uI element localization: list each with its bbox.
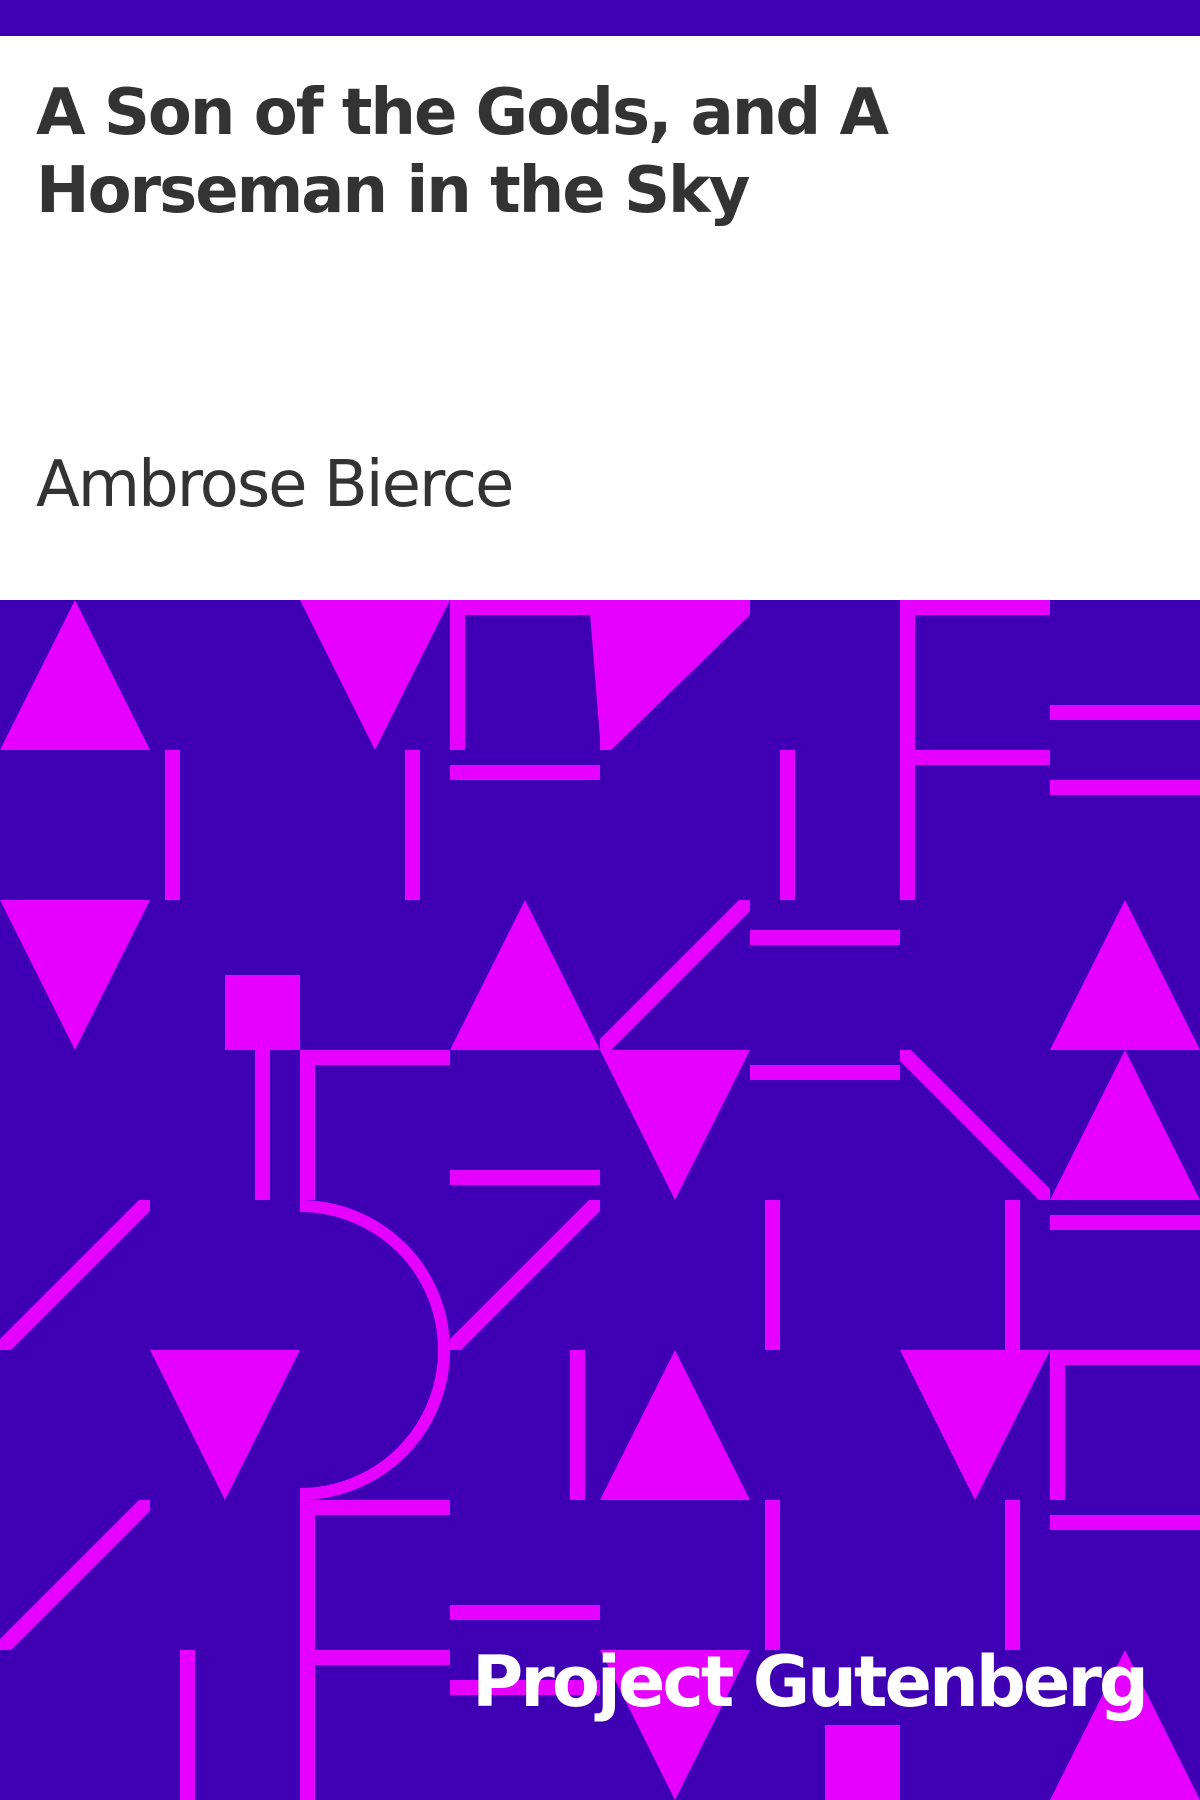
square-shape [225, 975, 300, 1050]
bar-shape [450, 600, 600, 615]
bar-shape [405, 750, 420, 900]
bar-shape [900, 600, 1050, 615]
bar-shape [300, 1050, 450, 1065]
bar-shape [1005, 1500, 1020, 1650]
book-author: Ambrose Bierce [36, 448, 514, 522]
geometric-pattern-graphic [0, 600, 1200, 1800]
bar-shape [180, 1650, 195, 1800]
bar-shape [1005, 1200, 1020, 1350]
top-color-bar [0, 0, 1200, 36]
bar-shape [750, 930, 900, 945]
bar-shape [1050, 1350, 1200, 1365]
cover-art-pattern [0, 600, 1200, 1800]
square-shape [825, 1725, 900, 1800]
bar-shape [570, 1350, 585, 1500]
bar-shape [1050, 780, 1200, 795]
bar-shape [450, 1170, 600, 1185]
bar-shape [765, 1500, 780, 1650]
publisher-label: Project Gutenberg [472, 1641, 1149, 1723]
bar-shape [300, 1650, 450, 1665]
bar-shape [750, 1065, 900, 1080]
bar-shape [1050, 1350, 1065, 1500]
bar-shape [1050, 705, 1200, 720]
bar-shape [165, 750, 180, 900]
bar-shape [900, 750, 1050, 765]
bar-shape [300, 1650, 315, 1800]
bar-shape [450, 765, 600, 780]
bar-shape [300, 1500, 450, 1515]
bar-shape [450, 1605, 600, 1620]
bar-shape [1050, 1215, 1200, 1230]
bar-shape [450, 600, 465, 750]
bar-shape [300, 1500, 315, 1650]
bar-shape [900, 750, 915, 900]
bar-shape [900, 600, 915, 750]
bar-shape [300, 1050, 315, 1200]
bar-shape [1050, 1515, 1200, 1530]
book-title: A Son of the Gods, and A Horseman in the… [36, 76, 889, 228]
bar-shape [780, 750, 795, 900]
bar-shape [765, 1200, 780, 1350]
bar-shape [255, 1050, 270, 1200]
